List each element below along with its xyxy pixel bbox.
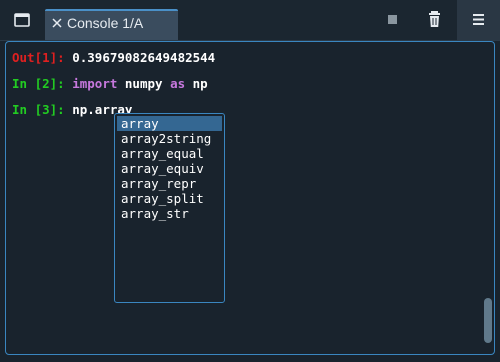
- import-keyword: import: [72, 76, 118, 91]
- close-icon[interactable]: [50, 15, 64, 29]
- completion-item[interactable]: array_equal: [117, 146, 222, 161]
- vertical-scrollbar[interactable]: [482, 48, 492, 348]
- completion-item[interactable]: array_repr: [117, 176, 222, 191]
- options-menu-button[interactable]: [457, 0, 500, 40]
- tab-bar: Console 1/A: [0, 0, 500, 41]
- completion-item[interactable]: array_equiv: [117, 161, 222, 176]
- stop-icon[interactable]: [385, 12, 401, 28]
- as-keyword: as: [170, 76, 186, 91]
- completion-item[interactable]: array_str: [117, 206, 222, 221]
- output-value: 0.39679082649482544: [64, 50, 216, 65]
- console-output[interactable]: Out[1]: 0.39679082649482544 In [2]: impo…: [5, 41, 495, 355]
- completion-item[interactable]: array_split: [117, 191, 222, 206]
- tab-label: Console 1/A: [67, 15, 144, 31]
- module-name: numpy: [117, 76, 171, 91]
- alias-name: np: [185, 76, 208, 91]
- tab-console[interactable]: Console 1/A: [45, 9, 178, 40]
- trash-icon[interactable]: [426, 9, 444, 29]
- output-line: Out[1]: 0.39679082649482544: [12, 50, 215, 65]
- input-line: In [2]: import numpy as np: [12, 76, 208, 91]
- window-icon[interactable]: [12, 11, 34, 29]
- scrollbar-thumb[interactable]: [484, 298, 492, 343]
- out-prompt: Out[1]:: [12, 50, 65, 65]
- in-prompt: In [2]:: [12, 76, 65, 91]
- completion-popup[interactable]: array array2string array_equal array_equ…: [114, 113, 225, 303]
- hamburger-menu-icon: [473, 14, 484, 25]
- console-window: Console 1/A Out[1]: 0.39679082649482544 …: [0, 0, 500, 362]
- in-prompt: In [3]:: [12, 102, 65, 117]
- completion-item[interactable]: array: [117, 116, 222, 131]
- completion-item[interactable]: array2string: [117, 131, 222, 146]
